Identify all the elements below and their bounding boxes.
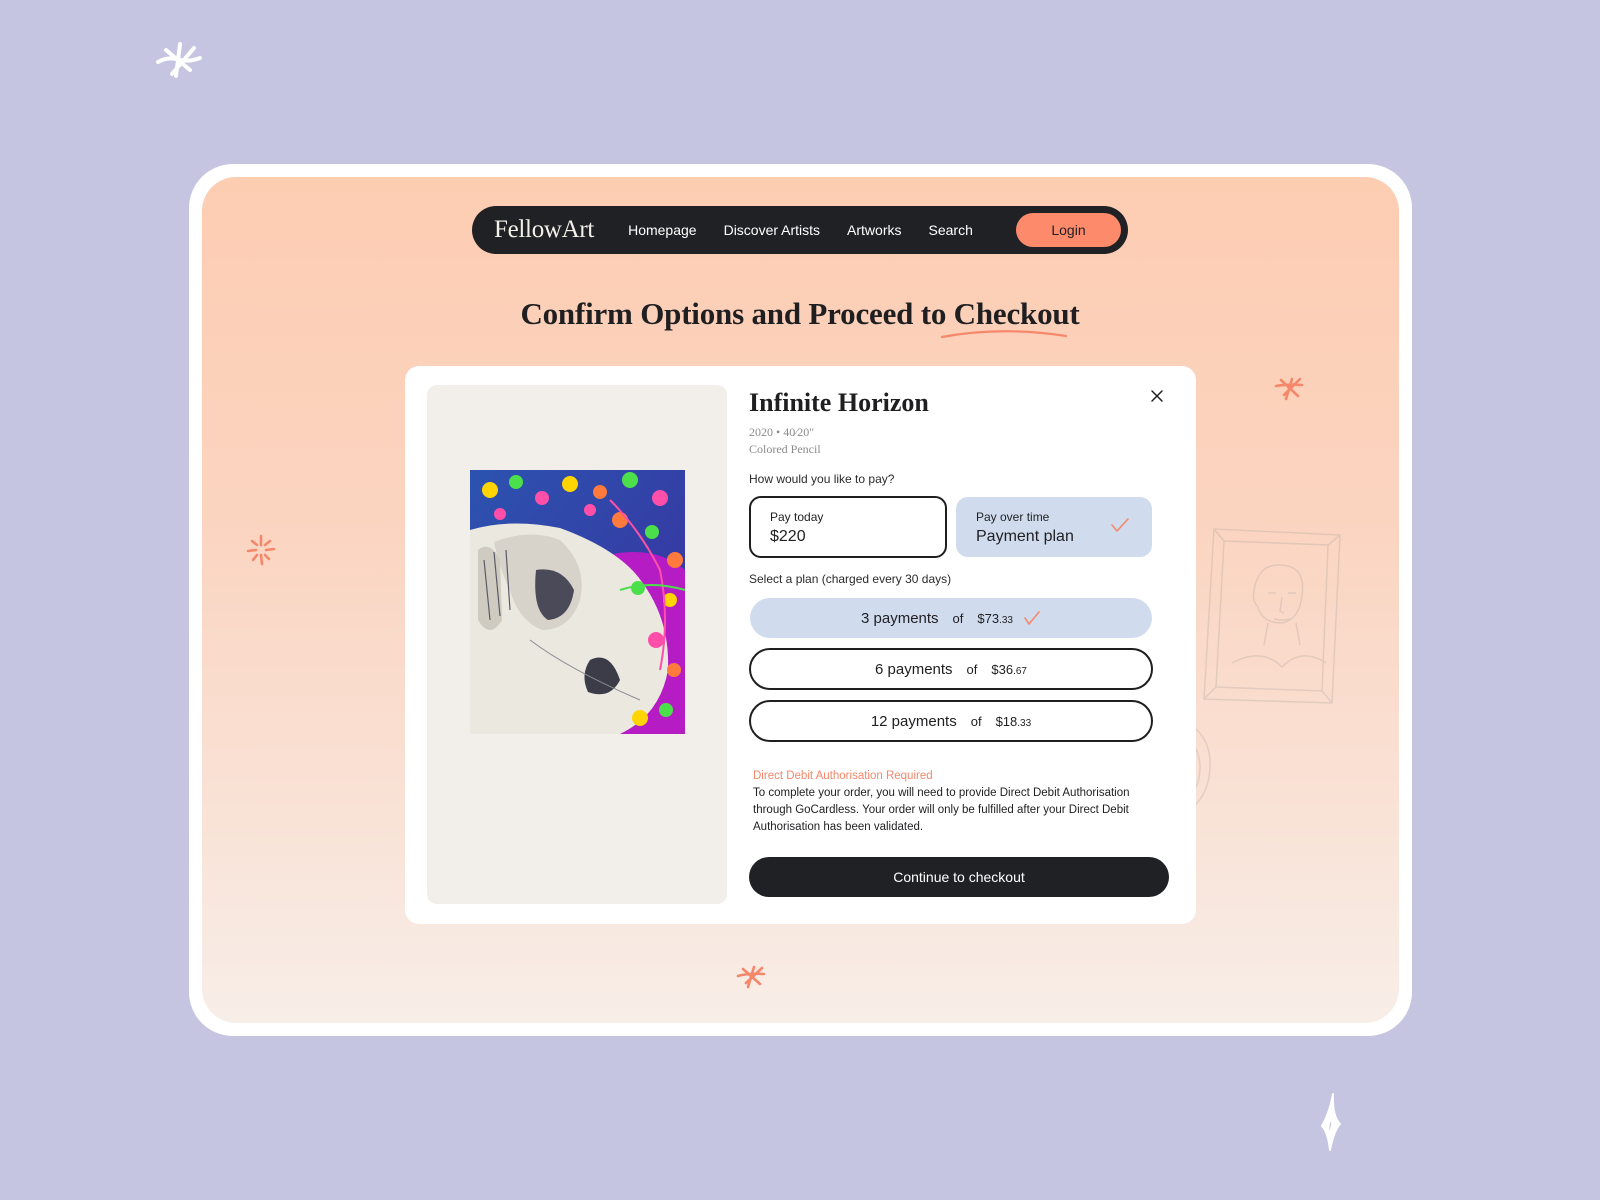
nav-link-search[interactable]: Search [929, 222, 973, 238]
nav-link-discover-artists[interactable]: Discover Artists [724, 222, 820, 238]
nav-link-homepage[interactable]: Homepage [628, 222, 697, 238]
page-title: Confirm Options and Proceed to Checkout [520, 296, 1080, 331]
plan-amount-dollars: $18 [995, 713, 1018, 729]
artwork-image [470, 470, 685, 734]
plan-amount-dollars: $36 [991, 661, 1014, 677]
continue-to-checkout-button[interactable]: Continue to checkout [749, 857, 1169, 897]
close-button[interactable] [1145, 384, 1169, 408]
top-navbar: FellowArt Homepage Discover Artists Artw… [472, 206, 1128, 254]
plan-count: 12 payments [870, 712, 957, 730]
plan-count: 6 payments [875, 660, 953, 678]
plan-amount: $18.33 [996, 714, 1032, 729]
plan-option-3-payments[interactable]: 3 payments of $73.33 [750, 598, 1152, 638]
plan-amount: $73.33 [977, 611, 1013, 626]
artwork-medium: Colored Pencil [749, 442, 821, 456]
plan-count: 3 payments [861, 609, 939, 627]
pay-today-label: Pay today [770, 510, 824, 524]
artwork-image-panel [427, 385, 727, 904]
title-underline-squiggle-icon [940, 330, 1068, 339]
pay-today-amount: $220 [770, 528, 806, 545]
plan-select-label: Select a plan (charged every 30 days) [749, 572, 952, 586]
login-button[interactable]: Login [1016, 213, 1121, 247]
brand-logo[interactable]: FellowArt [494, 216, 594, 244]
plan-amount: $36.67 [991, 662, 1027, 677]
notice-body: To complete your order, you will need to… [753, 787, 1130, 833]
plan-amount-cents: .33 [999, 614, 1013, 626]
sparkle-orange-right-icon [1274, 377, 1304, 401]
artwork-meta: 2020 • 40⁄20" Colored Pencil [749, 424, 821, 458]
sparkle-white-bottom-right-icon [1321, 1093, 1341, 1151]
artwork-year-size: 2020 • 40⁄20" [749, 425, 815, 439]
pay-today-option[interactable]: Pay today $220 [749, 496, 947, 558]
notice-title: Direct Debit Authorisation Required [753, 770, 933, 782]
artwork-title: Infinite Horizon [749, 388, 929, 417]
sparkle-orange-left-icon [246, 534, 276, 566]
nav-link-artworks[interactable]: Artworks [847, 222, 901, 238]
framed-portrait-sketch-icon [1203, 528, 1341, 704]
plan-of: of [970, 713, 982, 729]
plan-amount-cents: .67 [1013, 665, 1027, 677]
sparkle-white-top-left-icon [156, 42, 202, 78]
plan-option-12-payments[interactable]: 12 payments of $18.33 [749, 700, 1153, 742]
sparkle-orange-bottom-icon [736, 965, 766, 989]
checkmark-icon [1111, 518, 1129, 532]
checkout-modal: Infinite Horizon 2020 • 40⁄20" Colored P… [405, 366, 1196, 924]
pay-over-time-option[interactable]: Pay over time Payment plan [956, 497, 1152, 557]
plan-of: of [966, 661, 978, 677]
checkmark-icon [1023, 610, 1041, 626]
plan-amount-dollars: $73 [977, 610, 1000, 626]
close-icon [1151, 390, 1163, 402]
direct-debit-notice: Direct Debit Authorisation Required To c… [753, 768, 1153, 836]
payment-question: How would you like to pay? [749, 472, 895, 486]
plan-of: of [952, 610, 964, 626]
plan-amount-cents: .33 [1017, 717, 1032, 729]
plan-option-6-payments[interactable]: 6 payments of $36.67 [749, 648, 1153, 690]
